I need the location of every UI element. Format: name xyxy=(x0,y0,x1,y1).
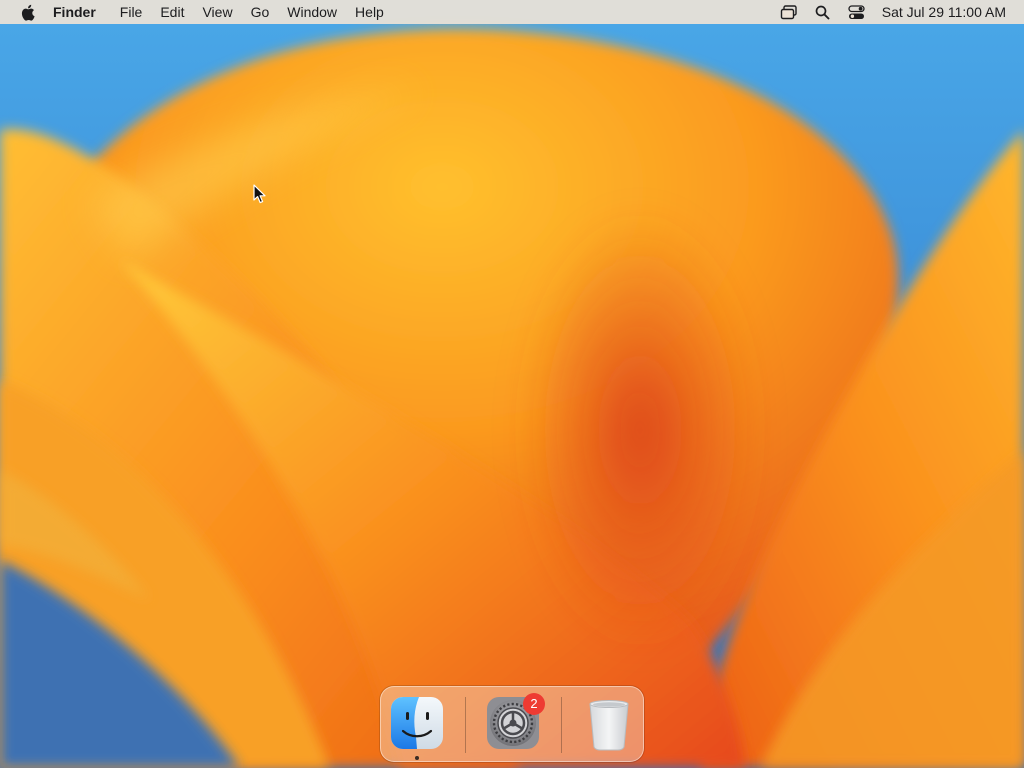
menu-file[interactable]: File xyxy=(111,0,152,24)
trash-icon xyxy=(589,700,629,751)
spotlight-search-icon[interactable] xyxy=(812,0,834,24)
dock-separator xyxy=(561,697,562,753)
menu-go[interactable]: Go xyxy=(242,0,279,24)
apple-menu-icon[interactable] xyxy=(18,0,36,24)
mouse-pointer-icon xyxy=(253,184,267,204)
dock-item-system-settings[interactable]: 2 xyxy=(485,693,545,751)
dock-separator xyxy=(465,697,466,753)
menu-edit[interactable]: Edit xyxy=(151,0,193,24)
menu-bar-left: Finder File Edit View Go Window Help xyxy=(0,0,393,24)
finder-running-indicator xyxy=(415,756,419,760)
menu-window[interactable]: Window xyxy=(278,0,346,24)
menu-view[interactable]: View xyxy=(193,0,241,24)
app-menu-finder[interactable]: Finder xyxy=(53,0,105,24)
finder-icon xyxy=(391,697,443,749)
menu-bar: Finder File Edit View Go Window Help Sat… xyxy=(0,0,1024,24)
dock-item-trash[interactable] xyxy=(581,695,637,751)
control-center-icon[interactable] xyxy=(846,0,868,24)
menu-help[interactable]: Help xyxy=(346,0,393,24)
desktop-wallpaper xyxy=(0,0,1024,768)
dock-item-finder[interactable] xyxy=(389,695,445,751)
notification-badge: 2 xyxy=(523,693,545,715)
screen-mirroring-icon[interactable] xyxy=(778,0,800,24)
menu-bar-clock[interactable]: Sat Jul 29 11:00 AM xyxy=(882,4,1006,20)
menu-bar-status-area: Sat Jul 29 11:00 AM xyxy=(772,0,1024,24)
dock: 2 xyxy=(380,686,644,762)
